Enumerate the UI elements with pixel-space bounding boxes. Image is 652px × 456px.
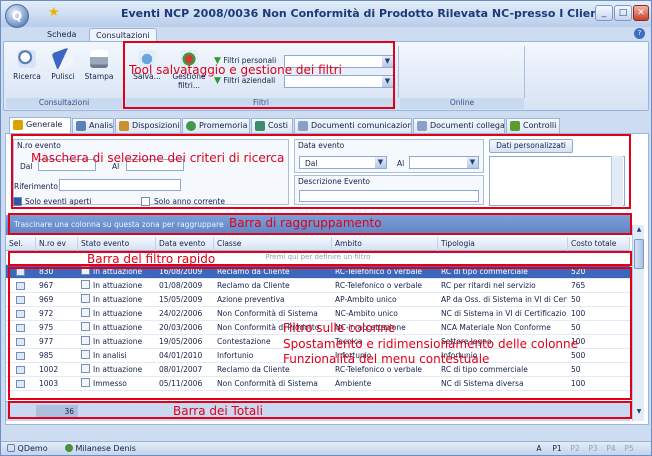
col-classe[interactable]: Classe	[214, 237, 332, 251]
group-label-online: Online	[400, 98, 524, 109]
tab-costi[interactable]: Costi	[251, 118, 293, 133]
close-button[interactable]: ✕	[633, 5, 649, 21]
tab-documenti-collegati-label: Documenti collegati	[430, 121, 505, 130]
annotation-box-totals	[8, 401, 632, 419]
tab-analisi[interactable]: Analisi	[72, 118, 114, 133]
stampa-label: Stampa	[84, 72, 114, 81]
status-page-2[interactable]: P2	[567, 443, 583, 455]
status-page-1[interactable]: P1	[549, 443, 565, 455]
col-ambito[interactable]: Ambito	[332, 237, 438, 251]
linked-document-icon	[417, 121, 427, 131]
search-icon	[18, 50, 36, 68]
application-window: Q ★ Eventi NCP 2008/0036 Non Conformità …	[0, 0, 652, 456]
controls-icon	[510, 121, 520, 131]
annotation-columns-3: Funzionalità del menu contestuale	[283, 352, 490, 366]
tab-documenti-collegati[interactable]: Documenti collegati	[413, 118, 505, 133]
form-tab-strip: Generale Analisi Disposizioni Promemoria…	[5, 117, 649, 133]
tab-generale[interactable]: Generale	[9, 117, 71, 133]
group-label-consultazioni: Consultazioni	[6, 98, 122, 109]
printer-icon	[90, 50, 108, 68]
col-data-evento[interactable]: Data evento	[156, 237, 214, 251]
annotation-totals: Barra dei Totali	[173, 404, 263, 418]
tab-generale-label: Generale	[26, 120, 63, 129]
status-db-label: QDemo	[17, 444, 48, 453]
status-user: Milanese Denis	[65, 443, 136, 455]
status-page-3[interactable]: P3	[585, 443, 601, 455]
document-icon	[298, 121, 308, 131]
col-stato-evento[interactable]: Stato evento	[78, 237, 156, 251]
tab-costi-label: Costi	[268, 121, 289, 130]
grid-header: Sel. N.ro ev Stato evento Data evento Cl…	[6, 237, 630, 251]
grid-vertical-scrollbar[interactable]: ▲ ▼	[632, 225, 644, 421]
status-db: QDemo	[7, 443, 48, 455]
ricerca-button[interactable]: Ricerca	[10, 50, 44, 81]
tab-controlli[interactable]: Controlli	[506, 118, 560, 133]
annotation-columns-1: Filtro sulle colonne	[283, 321, 396, 335]
tab-consultazioni[interactable]: Consultazioni	[89, 28, 157, 41]
ribbon-tab-strip: Scheda Consultazioni ?	[1, 27, 651, 41]
dispositions-icon	[119, 121, 129, 131]
tab-analisi-label: Analisi	[89, 121, 114, 130]
scroll-thumb[interactable]	[634, 239, 644, 269]
eraser-icon	[51, 47, 75, 71]
scroll-up-icon[interactable]: ▲	[634, 226, 644, 237]
tab-controlli-label: Controlli	[523, 121, 557, 130]
favorite-star-icon[interactable]: ★	[48, 5, 60, 20]
status-user-label: Milanese Denis	[75, 444, 136, 453]
ribbon-separator	[398, 46, 399, 98]
maximize-button[interactable]: □	[614, 5, 632, 21]
tab-documenti-comunicazioni-label: Documenti comunicazioni	[311, 121, 412, 130]
status-page-4[interactable]: P4	[603, 443, 619, 455]
col-costo-totale[interactable]: Costo totale	[568, 237, 630, 251]
analysis-icon	[76, 121, 86, 131]
annotation-quickfilter: Barra del filtro rapido	[87, 252, 216, 266]
reminder-icon	[186, 121, 196, 131]
status-page-5[interactable]: P5	[621, 443, 637, 455]
scroll-down-icon[interactable]: ▼	[634, 408, 644, 419]
annotation-mask: Maschera di selezione dei criteri di ric…	[31, 151, 285, 165]
app-menu-button[interactable]: Q	[5, 4, 29, 28]
window-title: Eventi NCP 2008/0036 Non Conformità di P…	[121, 7, 608, 20]
stampa-button[interactable]: Stampa	[82, 50, 116, 81]
user-icon	[65, 444, 73, 452]
col-tipologia[interactable]: Tipologia	[438, 237, 568, 251]
status-bar: QDemo Milanese Denis A P1 P2 P3 P4 P5	[1, 441, 651, 455]
annotation-box-mask	[11, 134, 631, 209]
title-bar: Q ★ Eventi NCP 2008/0036 Non Conformità …	[1, 1, 651, 28]
tab-disposizioni[interactable]: Disposizioni	[115, 118, 181, 133]
general-icon	[13, 120, 23, 130]
tab-promemoria[interactable]: Promemoria	[182, 118, 250, 133]
status-mode[interactable]: A	[531, 443, 547, 455]
ricerca-label: Ricerca	[13, 72, 41, 81]
costs-icon	[255, 121, 265, 131]
pulisci-label: Pulisci	[51, 72, 75, 81]
annotation-columns-2: Spostamento e ridimensionamento delle co…	[283, 337, 579, 351]
annotation-tool: Tool salvataggio e gestione dei filtri	[129, 63, 342, 77]
tab-disposizioni-label: Disposizioni	[132, 121, 180, 130]
col-sel[interactable]: Sel.	[6, 237, 36, 251]
tab-documenti-comunicazioni[interactable]: Documenti comunicazioni	[294, 118, 412, 133]
tab-promemoria-label: Promemoria	[199, 121, 248, 130]
minimize-button[interactable]: _	[595, 5, 613, 21]
ribbon-separator	[524, 46, 525, 98]
tab-scheda[interactable]: Scheda	[41, 28, 82, 41]
pulisci-button[interactable]: Pulisci	[46, 47, 80, 81]
annotation-grouping: Barra di raggruppamento	[229, 216, 382, 230]
help-icon[interactable]: ?	[634, 28, 645, 39]
col-nro-evento[interactable]: N.ro ev	[36, 237, 78, 251]
database-icon	[7, 444, 15, 452]
